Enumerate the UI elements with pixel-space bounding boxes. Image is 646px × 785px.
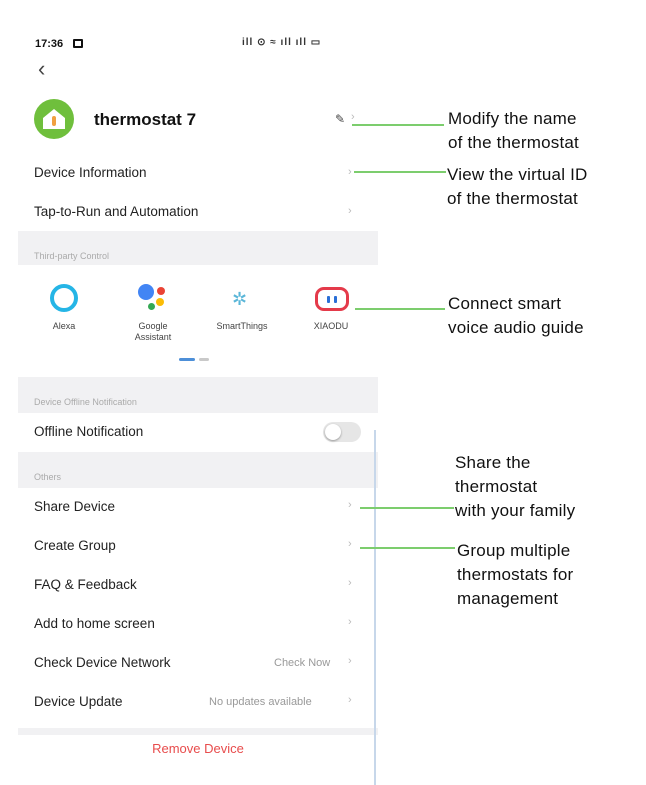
callout-smart-voice: Connect smart voice audio guide bbox=[448, 294, 584, 337]
add-to-home-screen-row[interactable]: Add to home screen › bbox=[18, 612, 378, 644]
smartthings-glyph: ✲ bbox=[232, 289, 248, 309]
faq-feedback-row[interactable]: FAQ & Feedback › bbox=[18, 573, 378, 605]
chevron-right-icon: › bbox=[348, 499, 352, 511]
remove-device-button[interactable]: Remove Device bbox=[18, 741, 378, 756]
notification-icon bbox=[73, 39, 83, 48]
chevron-right-icon: › bbox=[348, 577, 352, 589]
service-smartthings[interactable]: ✲ SmartThings bbox=[207, 281, 277, 332]
chevron-right-icon: › bbox=[348, 538, 352, 550]
chevron-right-icon: › bbox=[348, 655, 352, 667]
row-label: Device Information bbox=[34, 165, 147, 180]
callout-line-modify-name bbox=[352, 124, 444, 126]
section-header-others: Others bbox=[18, 452, 378, 488]
callout-share: Share the thermostat with your family bbox=[455, 453, 576, 520]
section-header-offline: Device Offline Notification bbox=[18, 377, 378, 413]
row-label: Device Update bbox=[34, 694, 123, 709]
device-information-row[interactable]: Device Information › bbox=[18, 158, 378, 190]
toggle-knob bbox=[325, 424, 341, 440]
xiaodu-icon bbox=[314, 281, 349, 315]
pager-dot bbox=[199, 358, 209, 361]
phone-screen: 17:36 ill ⊙ ≈ ıll ıll ▭ ‹ thermostat 7 ✎… bbox=[18, 22, 378, 785]
thermometer-icon bbox=[52, 116, 56, 126]
thermostat-avatar bbox=[34, 99, 74, 139]
back-button[interactable]: ‹ bbox=[38, 56, 45, 82]
update-status: No updates available bbox=[209, 696, 312, 708]
offline-notification-toggle[interactable] bbox=[323, 422, 361, 442]
row-label: Tap-to-Run and Automation bbox=[34, 204, 199, 219]
section-label: Device Offline Notification bbox=[34, 397, 137, 407]
row-label: Create Group bbox=[34, 538, 116, 553]
row-label: Share Device bbox=[34, 499, 116, 514]
callout-line-smart-voice bbox=[355, 308, 445, 310]
callout-line-virtual-id bbox=[354, 171, 446, 173]
share-device-row[interactable]: Share Device › bbox=[18, 495, 378, 527]
tap-to-run-row[interactable]: Tap-to-Run and Automation › bbox=[18, 197, 378, 229]
section-label: Third-party Control bbox=[34, 251, 110, 261]
row-label: Offline Notification bbox=[34, 424, 144, 439]
service-google-assistant[interactable]: Google Assistant bbox=[118, 281, 188, 343]
bottom-divider bbox=[18, 728, 378, 735]
smartthings-icon: ✲ bbox=[225, 281, 259, 315]
edit-name-button[interactable]: ✎ bbox=[335, 112, 345, 126]
status-time: 17:36 bbox=[35, 38, 64, 50]
section-header-third-party: Third-party Control bbox=[18, 231, 378, 265]
chevron-right-icon: › bbox=[348, 616, 352, 628]
check-device-network-row[interactable]: Check Device Network Check Now › bbox=[18, 651, 378, 683]
section-label: Others bbox=[34, 472, 62, 482]
service-label: SmartThings bbox=[216, 321, 268, 331]
row-label: Add to home screen bbox=[34, 616, 155, 631]
callout-line-group bbox=[360, 547, 455, 549]
service-alexa[interactable]: Alexa bbox=[29, 281, 99, 332]
chevron-right-icon: › bbox=[348, 166, 352, 178]
chevron-right-icon: › bbox=[348, 694, 352, 706]
google-assistant-icon bbox=[136, 281, 170, 315]
device-name: thermostat 7 bbox=[94, 110, 197, 129]
callout-modify-name: Modify the name of the thermostat bbox=[448, 109, 579, 152]
chevron-right-icon: › bbox=[351, 111, 355, 123]
service-label: Google Assistant bbox=[134, 321, 172, 342]
callout-virtual-id: View the virtual ID of the thermostat bbox=[447, 165, 588, 208]
row-label: Check Device Network bbox=[34, 655, 171, 670]
service-label: XIAODU bbox=[313, 321, 349, 331]
chevron-right-icon: › bbox=[348, 205, 352, 217]
check-now-link[interactable]: Check Now bbox=[274, 657, 330, 669]
callout-group: Group multiple thermostats for managemen… bbox=[457, 541, 574, 608]
status-icons: ill ⊙ ≈ ıll ıll ▭ bbox=[242, 37, 322, 48]
service-label: Alexa bbox=[52, 321, 76, 331]
callout-line-share bbox=[360, 507, 454, 509]
alexa-icon bbox=[47, 281, 81, 315]
row-label: FAQ & Feedback bbox=[34, 577, 137, 592]
service-xiaodu[interactable]: XIAODU bbox=[296, 281, 366, 332]
create-group-row[interactable]: Create Group › bbox=[18, 534, 378, 566]
device-update-row[interactable]: Device Update No updates available › bbox=[18, 690, 378, 722]
pager-dot-active bbox=[179, 358, 195, 361]
scroll-indicator bbox=[374, 430, 376, 785]
